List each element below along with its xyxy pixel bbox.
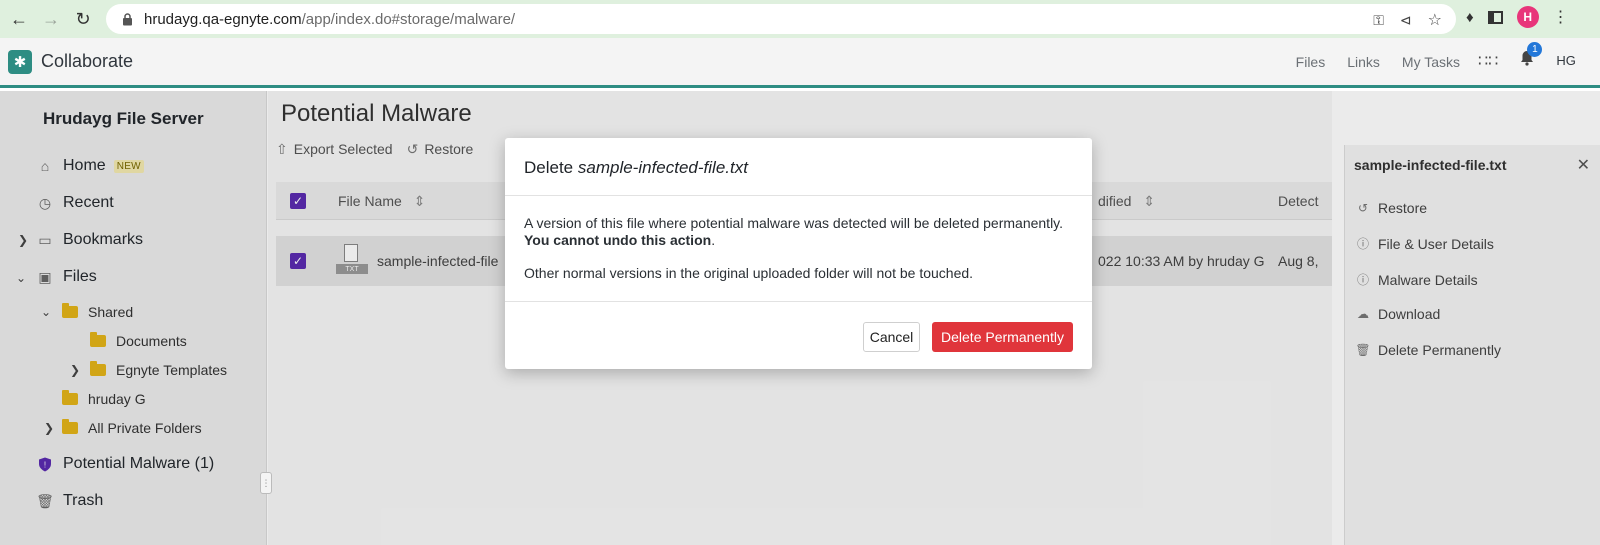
cancel-button[interactable]: Cancel xyxy=(863,322,920,352)
nav-files[interactable]: Files xyxy=(1296,54,1326,70)
dialog-title-prefix: Delete xyxy=(524,158,574,177)
user-initials[interactable]: HG xyxy=(1556,53,1576,68)
dialog-note: Other normal versions in the original up… xyxy=(524,265,974,281)
dialog-footer: Cancel Delete Permanently xyxy=(505,302,1092,368)
collaborate-logo-icon[interactable]: ✱ xyxy=(8,49,32,74)
url-host: hrudayg.qa-egnyte.com xyxy=(144,10,302,28)
notifications-bell-icon[interactable]: 1 xyxy=(1520,42,1543,71)
extensions-icon[interactable]: ♦ xyxy=(1466,9,1474,26)
url-path: /app/index.do#storage/malware/ xyxy=(301,10,516,28)
dialog-message: A version of this file where potential m… xyxy=(524,215,1073,249)
app-header: ✱ Collaborate Files Links My Tasks ∷∷ 1 … xyxy=(0,38,1600,88)
delete-permanently-button[interactable]: Delete Permanently xyxy=(932,322,1073,352)
key-icon[interactable]: ⚿ xyxy=(1373,12,1384,29)
dialog-message-text: A version of this file where potential m… xyxy=(524,215,1064,231)
nav-links[interactable]: Links xyxy=(1347,54,1380,70)
sidepanel-icon[interactable] xyxy=(1487,10,1503,24)
app-title: Collaborate xyxy=(41,51,134,71)
forward-icon[interactable]: → xyxy=(38,6,64,32)
dialog-title-file: sample-infected-file.txt xyxy=(577,158,748,177)
reload-icon[interactable]: ↻ xyxy=(70,6,96,32)
menu-dots-icon[interactable]: ⋮ xyxy=(1553,7,1569,27)
dialog-title: Delete sample-infected-file.txt xyxy=(505,138,1092,196)
dialog-warning: You cannot undo this action xyxy=(524,232,712,248)
nav-my-tasks[interactable]: My Tasks xyxy=(1402,54,1460,70)
address-bar[interactable]: hrudayg.qa-egnyte.com/app/index.do#stora… xyxy=(106,4,1456,34)
apps-grid-icon[interactable]: ∷∷ xyxy=(1478,51,1498,71)
share-icon[interactable]: ⊲ xyxy=(1400,12,1412,29)
browser-toolbar: ← → ↻ hrudayg.qa-egnyte.com/app/index.do… xyxy=(0,0,1600,38)
dialog-body: A version of this file where potential m… xyxy=(505,196,1092,302)
delete-confirm-dialog: Delete sample-infected-file.txt A versio… xyxy=(505,138,1092,369)
lock-icon xyxy=(120,12,134,26)
notification-count-badge: 1 xyxy=(1527,42,1543,57)
sidebar-resize-handle[interactable]: ⋮ xyxy=(260,472,272,494)
profile-avatar[interactable]: H xyxy=(1516,6,1539,28)
star-icon[interactable]: ☆ xyxy=(1428,10,1442,30)
dialog-message-end: . xyxy=(711,232,716,248)
back-icon[interactable]: ← xyxy=(6,6,32,32)
